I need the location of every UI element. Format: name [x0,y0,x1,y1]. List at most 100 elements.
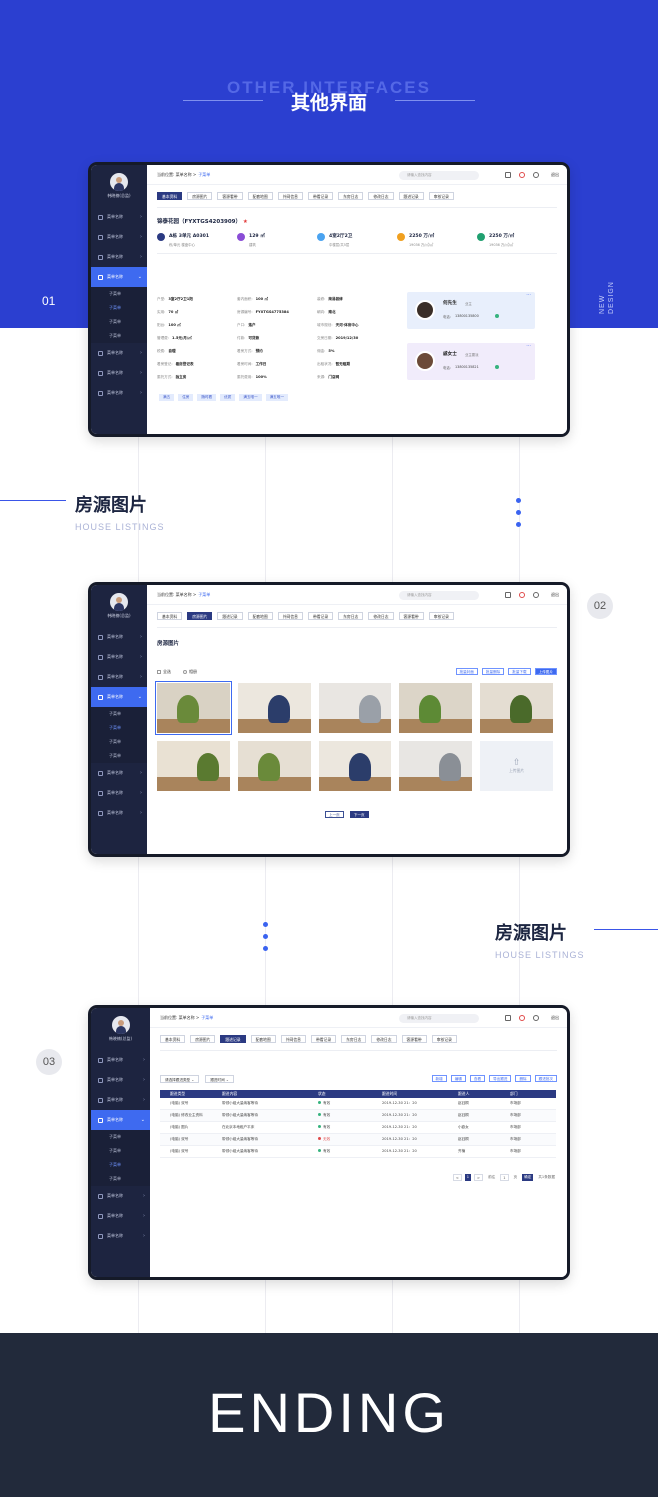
menu-item[interactable]: 菜单名称 › [91,803,147,823]
photo-thumb[interactable] [237,741,311,791]
table-row[interactable]: (电脑) 双号 带领小组大量纳客等待 有效 2019-12-30 21：20 齐楠 市场部 [160,1146,556,1158]
prev-page-button[interactable]: 上一页 [325,811,344,818]
menu-item[interactable]: 菜单名称 › [91,207,147,227]
contact-card[interactable]: 戚女士 业主委派 电话: 13800135821 ··· [407,343,535,380]
photo-thumb[interactable] [157,741,230,791]
photo-thumb[interactable] [155,681,232,735]
tab-item[interactable]: 房源图片 [187,612,213,620]
menu-item[interactable]: 菜单名称 › [91,1206,150,1226]
submenu-item[interactable]: 子菜单 [91,329,147,343]
refresh-icon[interactable] [519,172,525,178]
submenu-item[interactable]: 子菜单 [91,1144,150,1158]
menu-item[interactable]: 菜单名称 › [91,627,147,647]
menu-item-active[interactable]: 菜单名称 ⌄ [91,1110,150,1130]
menu-item[interactable]: 菜单名称 › [91,647,147,667]
tab-item[interactable]: 外网信息 [280,1035,306,1043]
tab-item[interactable]: 东房日志 [338,192,364,200]
tab-item[interactable]: 审核记录 [431,1035,457,1043]
exit-button[interactable]: 退出 [551,1015,559,1021]
photo-thumb[interactable] [318,683,392,733]
follow-type-select[interactable]: 请选择跟进类型 ⌄ [160,1075,200,1083]
menu-item[interactable]: 菜单名称 › [91,343,147,363]
photo-thumb[interactable] [237,683,311,733]
tab-item[interactable]: 修改日志 [368,192,394,200]
submenu-item[interactable]: 子菜单 [91,315,147,329]
phone-icon[interactable] [495,365,499,369]
menu-item[interactable]: 菜单名称 › [91,1050,150,1070]
table-row[interactable]: (电脑) 修改业主资料 带领小组大量纳客等待 有效 2019-12-30 21：20 赵… [160,1110,556,1122]
select-all-checkbox[interactable]: 全选 [157,669,171,675]
tab-item[interactable]: 带看记录 [310,1035,337,1043]
menu-item[interactable]: 菜单名称 › [91,247,147,267]
search-input[interactable]: 请输入查找内容 [399,591,479,600]
search-input[interactable]: 请输入查找内容 [399,1014,479,1023]
photo-thumb[interactable] [480,683,553,733]
tab-item[interactable]: 外网信息 [277,192,303,200]
submenu-item[interactable]: 子菜单 [91,707,147,721]
submenu-item[interactable]: 子菜单 [91,735,147,749]
table-action-button[interactable]: 导出跟进 [489,1075,512,1082]
table-row[interactable]: (电脑) 双号 带领小组大量纳客等待 有效 2019-12-30 21：20 赵钰桐 市场… [160,1098,556,1110]
tab-item[interactable]: 带看记录 [307,612,334,620]
table-row[interactable]: (电脑) 图片 在北京本地租户平床 有效 2019-12-30 21：20 小欧女 市场部 [160,1122,556,1134]
refresh-icon[interactable] [519,592,525,598]
refresh-icon[interactable] [519,1015,525,1021]
submenu-item[interactable]: 子菜单 [91,749,147,763]
tab-item[interactable]: 客源看带 [401,1035,427,1043]
submenu-item[interactable]: 子菜单 [91,1172,150,1186]
tab-item[interactable]: 跟进记录 [398,192,424,200]
photo-thumb[interactable] [399,683,473,733]
menu-item[interactable]: 菜单名称 › [91,227,147,247]
menu-item[interactable]: 菜单名称 › [91,1226,150,1246]
calendar-icon[interactable] [505,592,511,598]
next-page-button[interactable]: 下一页 [349,811,369,818]
tab-item[interactable]: 客源看带 [217,192,243,200]
table-action-button[interactable]: 查看 [469,1075,486,1082]
tab-item[interactable]: 审核记录 [428,192,454,200]
menu-item[interactable]: 菜单名称 › [91,383,147,403]
star-icon[interactable]: ★ [243,219,248,225]
invert-radio[interactable]: 相册 [183,669,197,675]
photo-action-button[interactable]: 上传图片 [534,668,557,675]
tab-item[interactable]: 审核记录 [428,612,454,620]
contact-card[interactable]: 何先生 业主 电话: 13800135800 ··· [407,292,535,329]
photo-action-button[interactable]: 批量下载 [508,668,531,675]
tab-item[interactable]: 修改日志 [371,1035,397,1043]
follow-time-select[interactable]: 跟进时间 ⌄ [205,1075,234,1083]
photo-thumb[interactable] [399,741,473,791]
menu-item[interactable]: 菜单名称 › [91,783,147,803]
breadcrumb-parent[interactable]: 菜单名称 > [176,172,197,178]
upload-tile[interactable]: ⇧ 上传图片 [480,741,553,791]
pager-item[interactable]: 确定 [522,1174,534,1181]
exit-button[interactable]: 退出 [551,172,559,178]
tab-item[interactable]: 房源图片 [190,1035,216,1043]
tab-item[interactable]: 配套地图 [247,612,273,620]
exit-button[interactable]: 退出 [551,592,559,598]
photo-action-button[interactable]: 批量删除 [481,668,505,675]
table-action-button[interactable]: 跟进批次 [534,1075,557,1082]
search-input[interactable]: 请输入查找内容 [399,171,479,180]
tab-item[interactable]: 外网信息 [277,612,303,620]
submenu-item[interactable]: 子菜单 [91,287,147,301]
menu-item[interactable]: 菜单名称 › [91,363,147,383]
table-action-button[interactable]: 新增 [431,1075,447,1082]
tab-item[interactable]: 基本资料 [160,1035,186,1043]
menu-item[interactable]: 菜单名称 › [91,763,147,783]
tab-item[interactable]: 跟进记录 [220,1035,246,1043]
tab-item[interactable]: 房源图片 [187,192,213,200]
pager-item[interactable]: < [452,1174,462,1181]
gear-icon[interactable] [533,172,539,178]
photo-action-button[interactable]: 批量封面 [455,668,478,675]
menu-item[interactable]: 菜单名称 › [91,1186,150,1206]
photo-thumb[interactable] [318,741,392,791]
pager-item[interactable]: 1 [464,1174,472,1181]
tab-item[interactable]: 东房日志 [338,612,364,620]
menu-item-active[interactable]: 菜单名称 ⌄ [91,687,147,707]
table-row[interactable]: (电脑) 双号 带领小组大量纳客等待 无效 2019-12-30 21：20 赵钰桐 市场… [160,1134,556,1146]
tab-item[interactable]: 跟进记录 [217,612,243,620]
menu-item[interactable]: 菜单名称 › [91,1070,150,1090]
breadcrumb-parent[interactable]: 菜单名称 > [179,1015,200,1021]
gear-icon[interactable] [533,1015,539,1021]
calendar-icon[interactable] [505,172,511,178]
pager-item[interactable]: > [474,1174,484,1181]
